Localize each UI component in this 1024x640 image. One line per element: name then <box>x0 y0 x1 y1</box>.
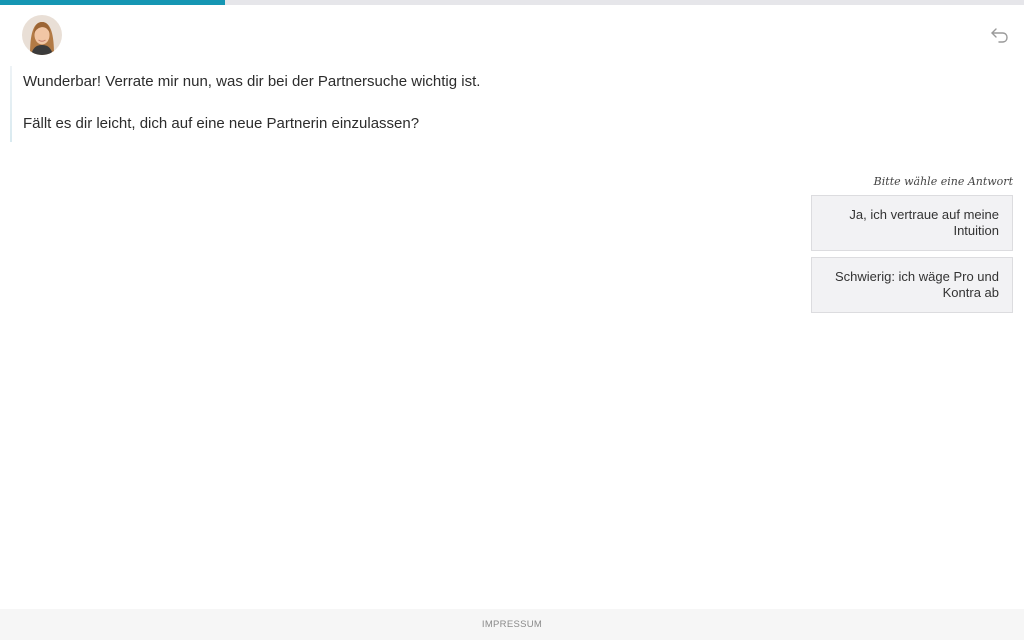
answer-option-intuition[interactable]: Ja, ich vertraue auf meine Intuition <box>811 195 1013 251</box>
chat-message: Wunderbar! Verrate mir nun, was dir bei … <box>23 72 743 134</box>
message-question: Fällt es dir leicht, dich auf eine neue … <box>23 115 420 132</box>
message-accent-line <box>10 66 12 142</box>
progress-fill <box>0 0 226 5</box>
answer-prompt: Bitte wähle eine Antwort <box>873 175 1013 188</box>
footer: IMPRESSUM <box>0 609 1024 640</box>
undo-button[interactable] <box>990 26 1010 44</box>
progress-bar <box>0 0 1024 5</box>
message-intro: Wunderbar! Verrate mir nun, was dir bei … <box>23 73 481 90</box>
impressum-link[interactable]: IMPRESSUM <box>482 619 542 630</box>
woman-portrait-icon <box>22 15 62 55</box>
advisor-avatar <box>22 15 62 55</box>
page: Wunderbar! Verrate mir nun, was dir bei … <box>0 0 1024 640</box>
undo-arrow-icon <box>991 28 1008 43</box>
answer-option-pro-contra[interactable]: Schwierig: ich wäge Pro und Kontra ab <box>811 257 1013 313</box>
